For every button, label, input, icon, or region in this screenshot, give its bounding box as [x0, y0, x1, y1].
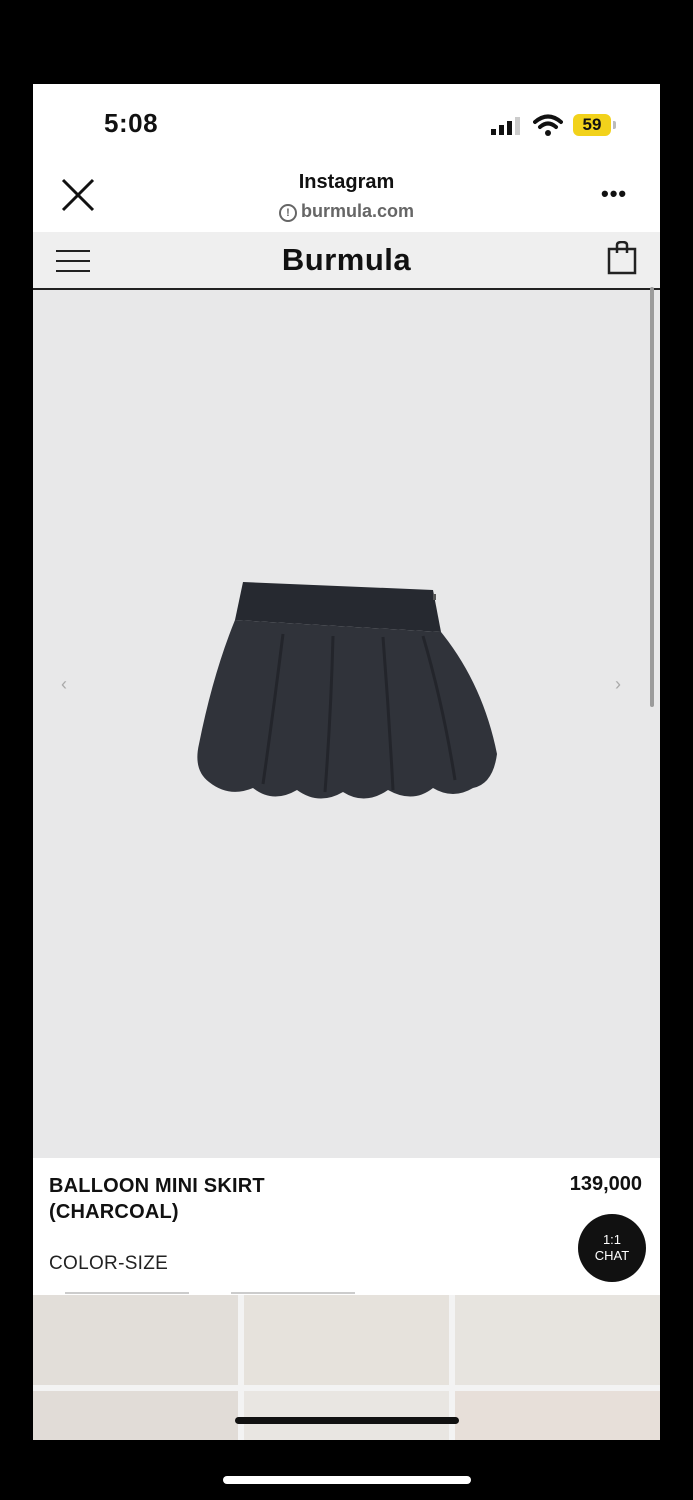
product-price: 139,000 [569, 1173, 642, 1195]
home-indicator[interactable] [223, 1476, 471, 1484]
chat-button[interactable]: 1:1 CHAT [578, 1214, 646, 1282]
scrollbar[interactable] [650, 287, 654, 707]
thumbnail[interactable] [244, 1295, 449, 1385]
battery-icon: 59 [573, 114, 611, 136]
shopping-bag-icon[interactable] [607, 241, 637, 275]
status-bar: 5:08 59 [33, 84, 660, 166]
next-image-arrow[interactable]: › [615, 674, 621, 695]
brand-logo[interactable]: Burmula [33, 242, 660, 278]
phone-screen: 5:08 59 Instagram ! burmula.com ••• Burmu… [33, 84, 660, 1440]
thumbnail[interactable] [244, 1391, 449, 1440]
thumbnail[interactable] [455, 1295, 660, 1385]
browser-url-text: burmula.com [300, 201, 415, 221]
thumbnail[interactable] [33, 1391, 238, 1440]
skirt-image [197, 582, 497, 799]
browser-app-name: Instagram [298, 171, 395, 193]
chat-line-1: 1:1 [602, 1232, 622, 1247]
chat-line-2: CHAT [594, 1248, 630, 1263]
signal-icon [491, 117, 520, 135]
option-tab-line-1 [65, 1292, 189, 1294]
battery-tip [613, 121, 616, 129]
more-options-icon[interactable]: ••• [601, 183, 629, 205]
prev-image-arrow[interactable]: ‹ [61, 674, 67, 695]
thumbnail[interactable] [455, 1391, 660, 1440]
product-name: BALLOON MINI SKIRT (CHARCOAL) [49, 1175, 265, 1223]
option-tab-line-2 [231, 1292, 355, 1294]
home-indicator-inner[interactable] [235, 1417, 459, 1424]
status-time: 5:08 [104, 108, 159, 138]
thumbnail[interactable] [33, 1295, 238, 1385]
wifi-icon [533, 114, 563, 136]
browser-url[interactable]: ! burmula.com [33, 201, 660, 222]
info-icon: ! [278, 204, 297, 222]
color-size-label: COLOR-SIZE [49, 1253, 169, 1274]
